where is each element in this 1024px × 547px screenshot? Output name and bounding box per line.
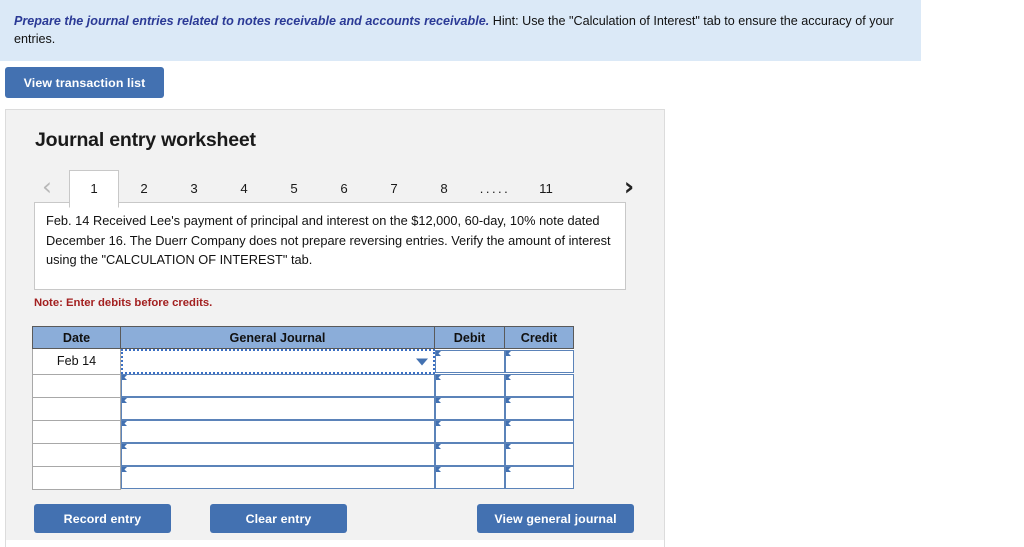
debit-cell[interactable] (434, 348, 505, 374)
debit-input[interactable] (434, 466, 505, 489)
transaction-prompt: Feb. 14 Received Lee's payment of princi… (34, 202, 626, 290)
journal-entry-table: Date General Journal Debit Credit Feb 14 (32, 326, 574, 490)
instruction-lead: Prepare the journal entries related to n… (14, 14, 490, 28)
debit-input[interactable] (434, 420, 505, 443)
credit-cell[interactable] (504, 466, 574, 489)
general-journal-input[interactable] (121, 397, 435, 420)
general-journal-cell[interactable] (120, 374, 435, 397)
credit-input[interactable] (504, 374, 574, 397)
instruction-banner: Prepare the journal entries related to n… (0, 0, 921, 61)
cell-date[interactable] (32, 419, 121, 444)
cell-date[interactable] (32, 465, 121, 490)
cell-date[interactable] (32, 373, 121, 398)
general-journal-cell[interactable] (120, 466, 435, 489)
table-row (32, 419, 574, 444)
page-title: Journal entry worksheet (35, 129, 256, 151)
cell-date[interactable]: Feb 14 (32, 348, 121, 375)
cell-date[interactable] (32, 442, 121, 467)
column-header-general-journal: General Journal (120, 326, 435, 349)
general-journal-cell[interactable] (120, 420, 435, 443)
table-body: Feb 14 (32, 348, 574, 490)
debit-input[interactable] (434, 350, 505, 373)
credit-cell[interactable] (504, 397, 574, 420)
credit-input[interactable] (504, 397, 574, 420)
general-journal-cell[interactable] (120, 397, 435, 420)
cell-date[interactable] (32, 396, 121, 421)
credit-input[interactable] (504, 443, 574, 466)
credit-input[interactable] (504, 466, 574, 489)
debit-input[interactable] (434, 374, 505, 397)
general-journal-input[interactable] (121, 466, 435, 489)
account-dropdown-caret-icon[interactable] (415, 358, 428, 365)
view-transaction-list-button[interactable]: View transaction list (5, 67, 164, 98)
general-journal-input[interactable] (121, 420, 435, 443)
general-journal-input[interactable] (121, 374, 435, 397)
credit-cell[interactable] (504, 374, 574, 397)
debits-before-credits-note: Note: Enter debits before credits. (34, 297, 213, 309)
record-entry-button[interactable]: Record entry (34, 504, 171, 533)
debit-input[interactable] (434, 443, 505, 466)
table-row (32, 442, 574, 467)
view-general-journal-button[interactable]: View general journal (477, 504, 634, 533)
general-journal-cell[interactable] (120, 443, 435, 466)
worksheet-tab-1[interactable]: 1 (69, 170, 119, 208)
debit-cell[interactable] (434, 397, 505, 420)
debit-cell[interactable] (434, 443, 505, 466)
debit-cell[interactable] (434, 420, 505, 443)
prev-tab-icon[interactable]: ‹ (36, 174, 58, 202)
credit-cell[interactable] (504, 420, 574, 443)
table-row (32, 373, 574, 398)
column-header-debit: Debit (434, 326, 505, 349)
general-journal-cell[interactable] (120, 348, 435, 374)
clear-entry-button[interactable]: Clear entry (210, 504, 347, 533)
table-header-row: Date General Journal Debit Credit (32, 326, 574, 349)
next-tab-icon[interactable]: › (618, 174, 640, 202)
debit-cell[interactable] (434, 466, 505, 489)
table-row (32, 396, 574, 421)
table-row: Feb 14 (32, 348, 574, 375)
credit-cell[interactable] (504, 443, 574, 466)
column-header-credit: Credit (504, 326, 574, 349)
general-journal-input[interactable] (121, 443, 435, 466)
credit-input[interactable] (504, 420, 574, 443)
column-header-date: Date (32, 326, 121, 349)
credit-cell[interactable] (504, 348, 574, 374)
panel-bottom-edge (5, 540, 665, 547)
debit-cell[interactable] (434, 374, 505, 397)
table-row (32, 465, 574, 490)
credit-input[interactable] (504, 350, 574, 373)
general-journal-input[interactable] (121, 349, 435, 374)
debit-input[interactable] (434, 397, 505, 420)
